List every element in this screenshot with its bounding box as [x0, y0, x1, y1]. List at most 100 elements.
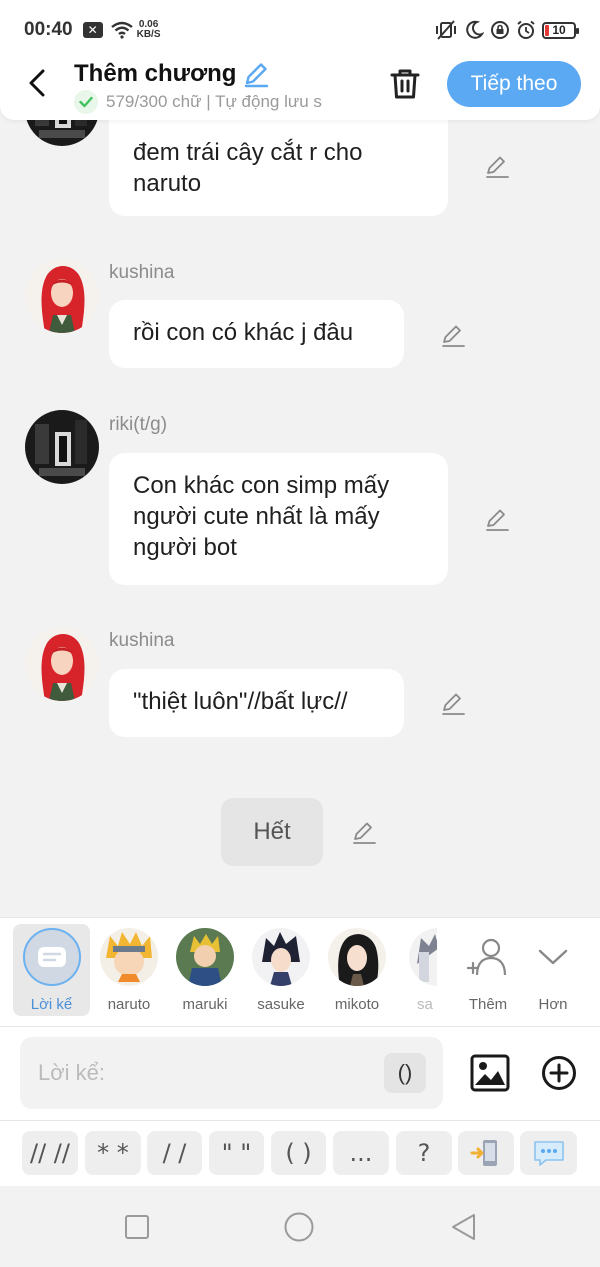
character-sasuke[interactable]: sasuke: [241, 924, 321, 1016]
word-count-status: 579/300 chữ | Tự động lưu s: [74, 90, 364, 114]
message-bubble[interactable]: Con khác con simp mấy người cute nhất là…: [109, 453, 448, 585]
chat-area[interactable]: đem trái cây cắt r cho naruto kushina rồ…: [0, 120, 600, 917]
edit-message-button[interactable]: [439, 689, 467, 717]
message-bubble[interactable]: "thiệt luôn"//bất lực//: [109, 669, 404, 737]
moon-icon: [466, 20, 484, 39]
home-button[interactable]: [284, 1212, 314, 1242]
chevron-left-icon: [29, 69, 45, 97]
net-speed-unit: KB/S: [136, 29, 161, 40]
avatar-maruki: [176, 928, 234, 986]
trash-icon: [390, 69, 420, 99]
avatar-sasuke: [252, 928, 310, 986]
wifi-icon: [110, 21, 133, 39]
shortcut-quotes[interactable]: " ": [209, 1131, 264, 1175]
character-bar: Lời kể naruto maruki sasuke mikoto sa Th…: [0, 917, 600, 1026]
add-button[interactable]: [541, 1055, 577, 1091]
square-icon: [125, 1215, 149, 1239]
more-label: Hơn: [538, 996, 568, 1013]
vibrate-mute-icon: [436, 20, 456, 40]
character-maruki[interactable]: maruki: [165, 924, 245, 1016]
next-button[interactable]: Tiếp theo: [447, 61, 581, 107]
pencil-icon: [353, 822, 376, 844]
avatar-riki[interactable]: [25, 410, 99, 484]
character-naruto[interactable]: naruto: [89, 924, 169, 1016]
triangle-back-icon: [452, 1214, 475, 1240]
page-title-text: Thêm chương: [74, 60, 237, 87]
edit-message-button[interactable]: [439, 321, 467, 349]
character-sa[interactable]: sa: [393, 924, 437, 1016]
pencil-icon[interactable]: [242, 60, 270, 88]
character-mikoto[interactable]: mikoto: [317, 924, 397, 1016]
back-nav-button[interactable]: [448, 1212, 478, 1242]
avatar-naruto: [100, 928, 158, 986]
avatar-kushina[interactable]: [25, 627, 99, 701]
edit-message-button[interactable]: [483, 505, 511, 533]
avatar-sa: [409, 928, 437, 986]
scene-switch-icon: [470, 1140, 497, 1166]
page-title[interactable]: Thêm chương: [74, 60, 270, 88]
check-icon: [74, 90, 98, 114]
app-header: Thêm chương 579/300 chữ | Tự động lưu s …: [0, 60, 600, 120]
narration-icon: [22, 928, 81, 986]
character-label: maruki: [182, 996, 228, 1013]
chat-bubble-icon: [533, 1141, 564, 1166]
pencil-icon: [486, 509, 509, 531]
composer: (): [0, 1026, 600, 1120]
shortcut-double-slash[interactable]: // //: [22, 1131, 78, 1175]
status-time: 00:40: [24, 19, 73, 40]
avatar-kushina[interactable]: [25, 259, 99, 333]
message-text: đem trái cây cắt r cho naruto: [133, 139, 363, 197]
chevron-down-icon: [538, 949, 568, 965]
recent-apps-button[interactable]: [122, 1212, 152, 1242]
alarm-icon: [517, 20, 535, 39]
end-marker[interactable]: Hết: [221, 798, 323, 866]
more-button[interactable]: Hơn: [513, 924, 593, 1016]
word-count-text: 579/300 chữ | Tự động lưu s: [106, 92, 322, 111]
circle-icon: [284, 1212, 314, 1242]
message-bubble[interactable]: đem trái cây cắt r cho naruto: [109, 120, 448, 216]
status-bar: 00:40 ✕ 0.06 KB/S 10: [0, 0, 600, 60]
edit-end-button[interactable]: [350, 818, 378, 846]
back-button[interactable]: [22, 68, 52, 98]
battery-level: 10: [552, 23, 566, 37]
message-input-box[interactable]: (): [20, 1037, 443, 1109]
system-nav-bar: [0, 1186, 600, 1267]
message-bubble[interactable]: rồi con có khác j đâu: [109, 300, 404, 368]
shortcut-slashes[interactable]: / /: [147, 1131, 202, 1175]
pencil-icon: [486, 156, 509, 178]
message-text: Con khác con simp mấy người cute nhất là…: [133, 472, 390, 561]
shortcut-bar: // // * * / / " " ( ) ... ?: [0, 1120, 600, 1186]
add-character-label: Thêm: [468, 996, 508, 1013]
shortcut-question[interactable]: ?: [396, 1131, 452, 1175]
edit-message-button[interactable]: [483, 152, 511, 180]
parentheses-button[interactable]: (): [384, 1053, 426, 1093]
sender-name: riki(t/g): [109, 414, 168, 435]
notification-x-icon: ✕: [82, 22, 103, 38]
net-speed: 0.06 KB/S: [137, 20, 161, 40]
sender-name: kushina: [109, 262, 175, 283]
character-label: naruto: [107, 996, 151, 1013]
pencil-icon: [442, 325, 465, 347]
sender-name: kushina: [109, 630, 175, 651]
character-label: sa: [417, 996, 433, 1013]
scene-switch-button[interactable]: [458, 1131, 514, 1175]
shortcut-parentheses[interactable]: ( ): [271, 1131, 326, 1175]
message-text: "thiệt luôn"//bất lực//: [133, 688, 348, 715]
character-narration[interactable]: Lời kể: [13, 924, 90, 1016]
insert-image-button[interactable]: [470, 1054, 510, 1092]
shortcut-ellipsis[interactable]: ...: [333, 1131, 389, 1175]
plus-circle-icon: [542, 1056, 576, 1090]
character-label: Lời kể: [30, 996, 73, 1013]
lock-rotation-icon: [491, 21, 509, 39]
avatar-mikoto: [328, 928, 386, 986]
pencil-icon: [442, 693, 465, 715]
status-icons: 10: [434, 20, 579, 40]
image-icon: [470, 1054, 510, 1092]
shortcut-asterisks[interactable]: * *: [85, 1131, 141, 1175]
avatar-riki[interactable]: [25, 120, 99, 146]
character-label: mikoto: [334, 996, 380, 1013]
delete-button[interactable]: [388, 66, 422, 102]
message-input[interactable]: [20, 1037, 380, 1109]
chat-style-button[interactable]: [520, 1131, 577, 1175]
message-text: rồi con có khác j đâu: [133, 319, 354, 346]
